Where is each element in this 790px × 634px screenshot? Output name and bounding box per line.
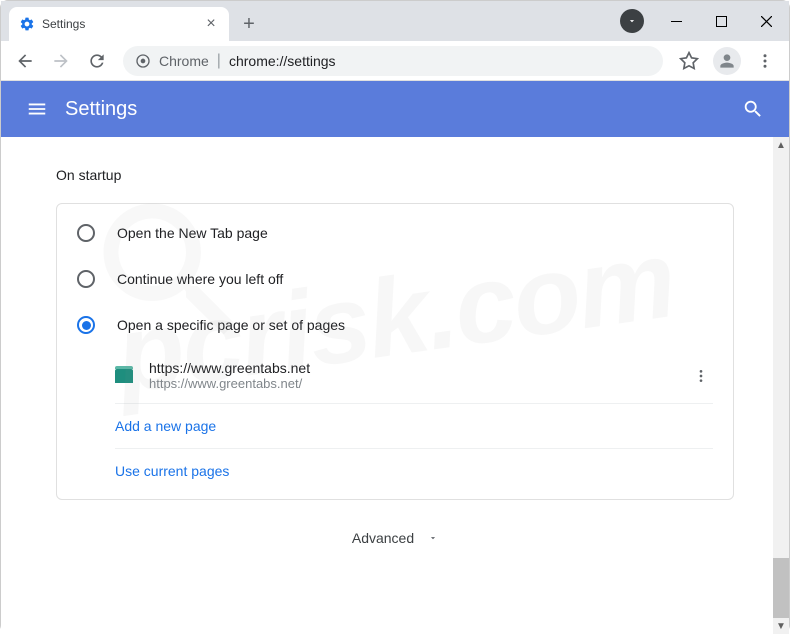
- page-title: Settings: [65, 98, 733, 121]
- browser-tab[interactable]: Settings ×: [9, 7, 229, 41]
- settings-header: Settings: [1, 81, 789, 137]
- radio-icon: [77, 270, 95, 288]
- startup-option-newtab[interactable]: Open the New Tab page: [57, 210, 733, 256]
- window-controls: [620, 1, 789, 41]
- radio-icon: [77, 224, 95, 242]
- radio-icon: [77, 316, 95, 334]
- radio-label: Open a specific page or set of pages: [117, 317, 345, 333]
- scroll-down-icon[interactable]: ▼: [773, 618, 789, 634]
- chevron-down-icon: [428, 533, 438, 543]
- page-more-icon[interactable]: [689, 364, 713, 388]
- bookmark-star-icon[interactable]: [673, 45, 705, 77]
- startup-option-specific[interactable]: Open a specific page or set of pages: [57, 302, 733, 348]
- scrollbar-thumb[interactable]: [773, 558, 789, 618]
- forward-button[interactable]: [45, 45, 77, 77]
- section-title: On startup: [56, 167, 734, 183]
- browser-toolbar: Chrome | chrome://settings: [1, 41, 789, 81]
- minimize-button[interactable]: [654, 6, 699, 36]
- new-tab-button[interactable]: +: [235, 10, 263, 38]
- page-info: https://www.greentabs.net https://www.gr…: [149, 360, 673, 391]
- scroll-up-icon[interactable]: ▲: [773, 137, 789, 153]
- site-favicon-icon: [115, 369, 133, 383]
- profile-indicator-icon[interactable]: [620, 9, 644, 33]
- back-button[interactable]: [9, 45, 41, 77]
- tab-bar: Settings × +: [1, 1, 789, 41]
- use-current-pages-link[interactable]: Use current pages: [115, 449, 713, 493]
- content-area: On startup Open the New Tab page Continu…: [1, 137, 789, 634]
- omnibox-prefix: Chrome: [159, 53, 209, 69]
- startup-card: Open the New Tab page Continue where you…: [56, 203, 734, 500]
- advanced-toggle[interactable]: Advanced: [56, 500, 734, 566]
- radio-label: Continue where you left off: [117, 271, 283, 287]
- page-url: https://www.greentabs.net/: [149, 376, 673, 391]
- settings-gear-icon: [19, 16, 35, 32]
- close-tab-icon[interactable]: ×: [203, 16, 219, 32]
- startup-option-continue[interactable]: Continue where you left off: [57, 256, 733, 302]
- profile-avatar-icon[interactable]: [713, 47, 741, 75]
- search-icon[interactable]: [733, 89, 773, 129]
- add-page-link[interactable]: Add a new page: [115, 404, 713, 449]
- chrome-menu-icon[interactable]: [749, 45, 781, 77]
- startup-page-entry: https://www.greentabs.net https://www.gr…: [115, 348, 713, 404]
- close-window-button[interactable]: [744, 6, 789, 36]
- advanced-label: Advanced: [352, 530, 414, 546]
- page-name: https://www.greentabs.net: [149, 360, 673, 376]
- radio-label: Open the New Tab page: [117, 225, 268, 241]
- startup-pages-list: https://www.greentabs.net https://www.gr…: [115, 348, 713, 493]
- vertical-scrollbar[interactable]: ▲ ▼: [773, 137, 789, 634]
- address-bar[interactable]: Chrome | chrome://settings: [123, 46, 663, 76]
- reload-button[interactable]: [81, 45, 113, 77]
- menu-hamburger-icon[interactable]: [17, 89, 57, 129]
- omnibox-url: chrome://settings: [229, 53, 336, 69]
- maximize-button[interactable]: [699, 6, 744, 36]
- tab-title: Settings: [42, 17, 196, 31]
- omnibox-separator: |: [217, 52, 221, 70]
- chrome-icon: [135, 53, 151, 69]
